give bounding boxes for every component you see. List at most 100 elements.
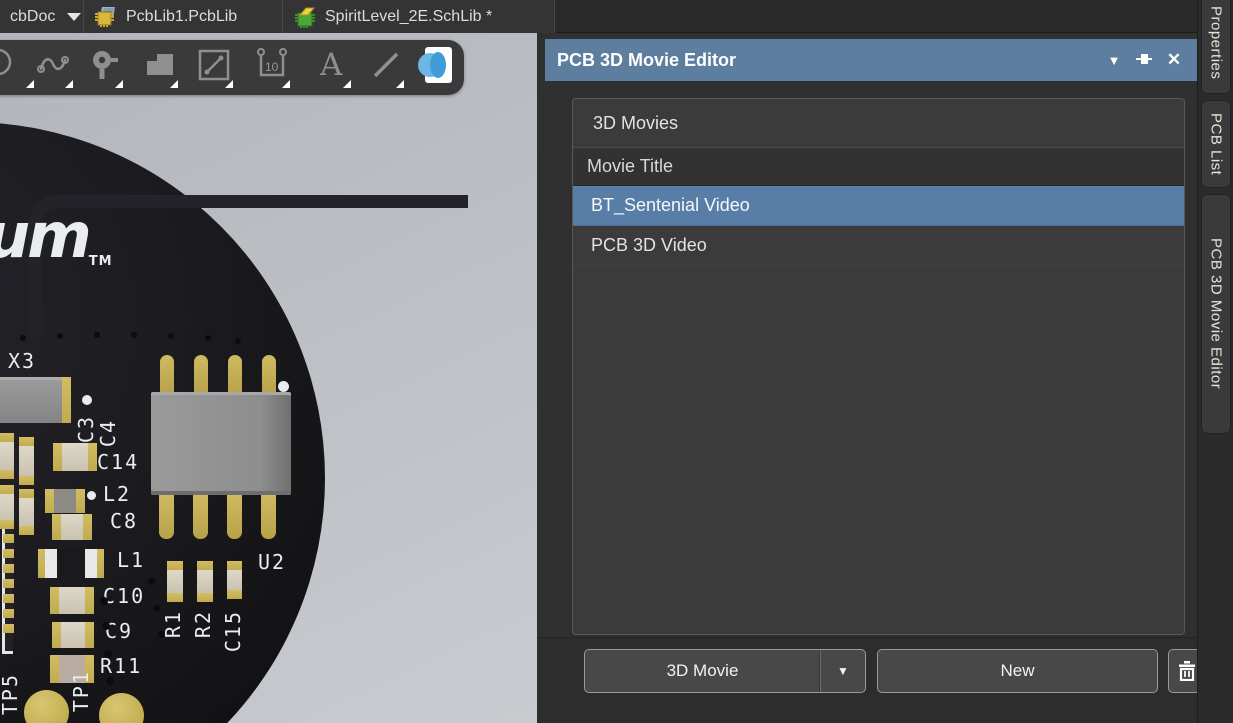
connector-pad — [3, 549, 14, 558]
component-c8 — [52, 514, 92, 540]
tab-pcblib-label: PcbLib1.PcbLib — [126, 8, 237, 26]
component-r2 — [197, 561, 213, 602]
panel-footer: 3D Movie ▼ New — [537, 637, 1197, 723]
via-hole — [205, 335, 211, 341]
movie-row[interactable]: BT_Sentenial Video — [573, 186, 1184, 226]
via-hole — [104, 650, 112, 658]
tab-pcb-list[interactable]: PCB List — [1201, 100, 1231, 188]
ic-leg — [228, 355, 242, 395]
silkscreen-label: C10 — [103, 586, 145, 606]
movie-row[interactable]: PCB 3D Video — [573, 226, 1184, 266]
polygon-pour-tool[interactable] — [140, 45, 180, 89]
sch-lib-icon — [293, 6, 317, 28]
via-hole — [20, 335, 26, 341]
silkscreen-label: R1 — [163, 610, 183, 638]
pcb-3d-movie-editor-panel: PCB 3D Movie Editor ▼ ✕ 3D Movies Movie … — [537, 33, 1197, 723]
connector-pad — [3, 579, 14, 588]
passive-component — [19, 489, 34, 535]
ic-leg — [193, 495, 208, 539]
silkscreen-label: C8 — [110, 511, 138, 531]
silkscreen-label: C3 — [76, 415, 96, 443]
arc-tool[interactable] — [0, 45, 36, 89]
close-icon[interactable]: ✕ — [1159, 50, 1189, 70]
chevron-down-icon[interactable]: ▼ — [1099, 53, 1129, 68]
measure-tool[interactable]: 10 — [252, 45, 292, 89]
via-hole — [235, 338, 241, 344]
via-tool[interactable] — [85, 45, 125, 89]
component-c15 — [227, 561, 242, 599]
connector-pad — [3, 624, 14, 633]
ic-leg — [194, 355, 208, 395]
ic-leg — [262, 355, 276, 395]
silkscreen-label: C14 — [97, 452, 139, 472]
movie-type-button[interactable]: 3D Movie ▼ — [584, 649, 866, 693]
tab-pcbdoc-label: cbDoc — [10, 8, 55, 26]
via-tent — [278, 381, 289, 392]
dimension-tool[interactable] — [195, 45, 235, 89]
connector-pad — [3, 534, 14, 543]
via-hole — [102, 622, 110, 630]
panel-header: PCB 3D Movie Editor ▼ ✕ — [545, 39, 1197, 81]
text-tool[interactable]: A — [313, 45, 353, 89]
movie-list: 3D Movies Movie Title BT_Sentenial Video… — [572, 98, 1185, 635]
new-button[interactable]: New — [877, 649, 1158, 693]
via-hole — [57, 333, 63, 339]
component-pad — [62, 377, 71, 423]
trademark-symbol: TM — [89, 254, 113, 269]
altium-designer-window: cbDoc PcbLib1.PcbLib SpiritLevel_2E.SchL… — [0, 0, 1233, 723]
tab-schlib[interactable]: SpiritLevel_2E.SchLib * — [283, 0, 555, 33]
delete-button[interactable] — [1168, 649, 1197, 693]
panel-tab-strip: Properties PCB List PCB 3D Movie Editor — [1197, 0, 1233, 723]
chevron-down-icon[interactable]: ▼ — [821, 664, 865, 678]
movie-title-column-header: Movie Title — [573, 148, 1184, 186]
tab-pcb-3d-movie-editor[interactable]: PCB 3D Movie Editor — [1201, 194, 1231, 434]
panel-title: PCB 3D Movie Editor — [545, 50, 1099, 71]
component-c14 — [53, 443, 97, 471]
pcb-lib-icon — [94, 6, 118, 28]
passive-component — [19, 437, 34, 485]
silkscreen-label: U2 — [258, 552, 286, 572]
component-r1 — [167, 561, 183, 602]
passive-component — [0, 433, 14, 479]
tab-properties[interactable]: Properties — [1201, 0, 1231, 94]
chevron-down-icon[interactable] — [67, 13, 81, 21]
ellipse-tool[interactable] — [417, 45, 457, 89]
silkscreen-label: TP1 — [71, 670, 91, 712]
tab-pcblib[interactable]: PcbLib1.PcbLib — [84, 0, 283, 33]
component-c10 — [50, 587, 94, 614]
silkscreen-label: R11 — [100, 656, 142, 676]
ic-leg — [160, 355, 174, 395]
via-hole — [153, 605, 160, 612]
silkscreen-label: L1 — [117, 550, 145, 570]
via-hole — [94, 332, 100, 338]
route-tool[interactable] — [35, 45, 75, 89]
silkscreen-label: L2 — [103, 484, 131, 504]
component-x3 — [0, 377, 70, 423]
passive-component — [0, 485, 14, 529]
ic-leg — [261, 495, 276, 539]
line-tool[interactable] — [366, 45, 406, 89]
component-l1 — [38, 549, 104, 578]
via-hole — [131, 332, 137, 338]
component-c9 — [52, 622, 94, 648]
silkscreen-label: C4 — [98, 419, 118, 447]
trash-icon — [1179, 661, 1195, 681]
via-hole — [158, 631, 165, 638]
via-hole — [148, 578, 155, 585]
via-hole — [106, 677, 114, 685]
movie-type-label: 3D Movie — [585, 661, 820, 681]
document-tabbar: cbDoc PcbLib1.PcbLib SpiritLevel_2E.SchL… — [0, 0, 1233, 33]
movie-list-section-header: 3D Movies — [573, 99, 1184, 148]
connector-pad — [3, 564, 14, 573]
ic-leg — [159, 495, 174, 539]
pin-icon[interactable] — [1129, 52, 1159, 69]
silkscreen-label: X3 — [8, 351, 36, 371]
altium-logo: umTM — [0, 205, 113, 268]
pcb-3d-viewport[interactable]: umTM X3 C3 C4 — [0, 33, 537, 723]
tab-pcbdoc[interactable]: cbDoc — [0, 0, 84, 33]
silkscreen-label: R2 — [193, 610, 213, 638]
via-hole — [168, 333, 174, 339]
silkscreen-label: C15 — [223, 610, 243, 652]
measure-tool-label: 10 — [265, 60, 278, 74]
connector-pad — [3, 594, 14, 603]
